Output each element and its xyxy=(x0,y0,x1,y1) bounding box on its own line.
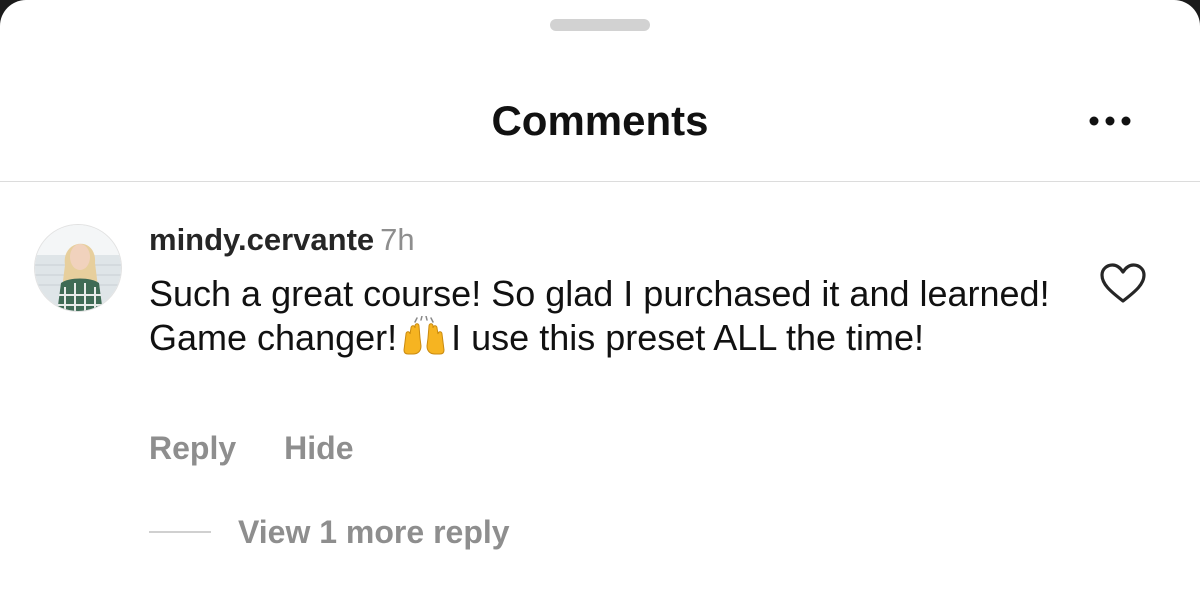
comment-text-part-2: I use this preset ALL the time! xyxy=(451,317,925,358)
comment-actions: Reply Hide xyxy=(149,428,353,468)
comment-username[interactable]: mindy.cervante xyxy=(149,222,374,257)
heart-outline-icon xyxy=(1100,263,1146,303)
comment-body: Such a great course! So glad I purchased… xyxy=(149,272,1069,366)
comment-timestamp: 7h xyxy=(380,222,415,257)
view-more-replies-button[interactable]: View 1 more reply xyxy=(149,512,510,552)
like-button[interactable] xyxy=(1098,262,1148,304)
sheet-grabber[interactable] xyxy=(550,19,650,31)
view-more-replies-label: View 1 more reply xyxy=(238,514,510,550)
comments-sheet: Comments mindy.cervante 7h Such a great … xyxy=(0,0,1200,594)
sheet-title: Comments xyxy=(491,97,709,144)
hide-button[interactable]: Hide xyxy=(284,428,353,468)
avatar[interactable] xyxy=(34,224,122,312)
reply-button[interactable]: Reply xyxy=(149,428,236,468)
more-options-button[interactable] xyxy=(1082,106,1138,136)
more-horizontal-icon xyxy=(1089,116,1131,126)
comment-header: mindy.cervante 7h xyxy=(149,222,415,258)
header-divider xyxy=(0,181,1200,182)
user-photo-icon xyxy=(35,225,121,311)
view-replies-line xyxy=(149,531,211,533)
raising-hands-emoji-icon xyxy=(401,315,447,366)
